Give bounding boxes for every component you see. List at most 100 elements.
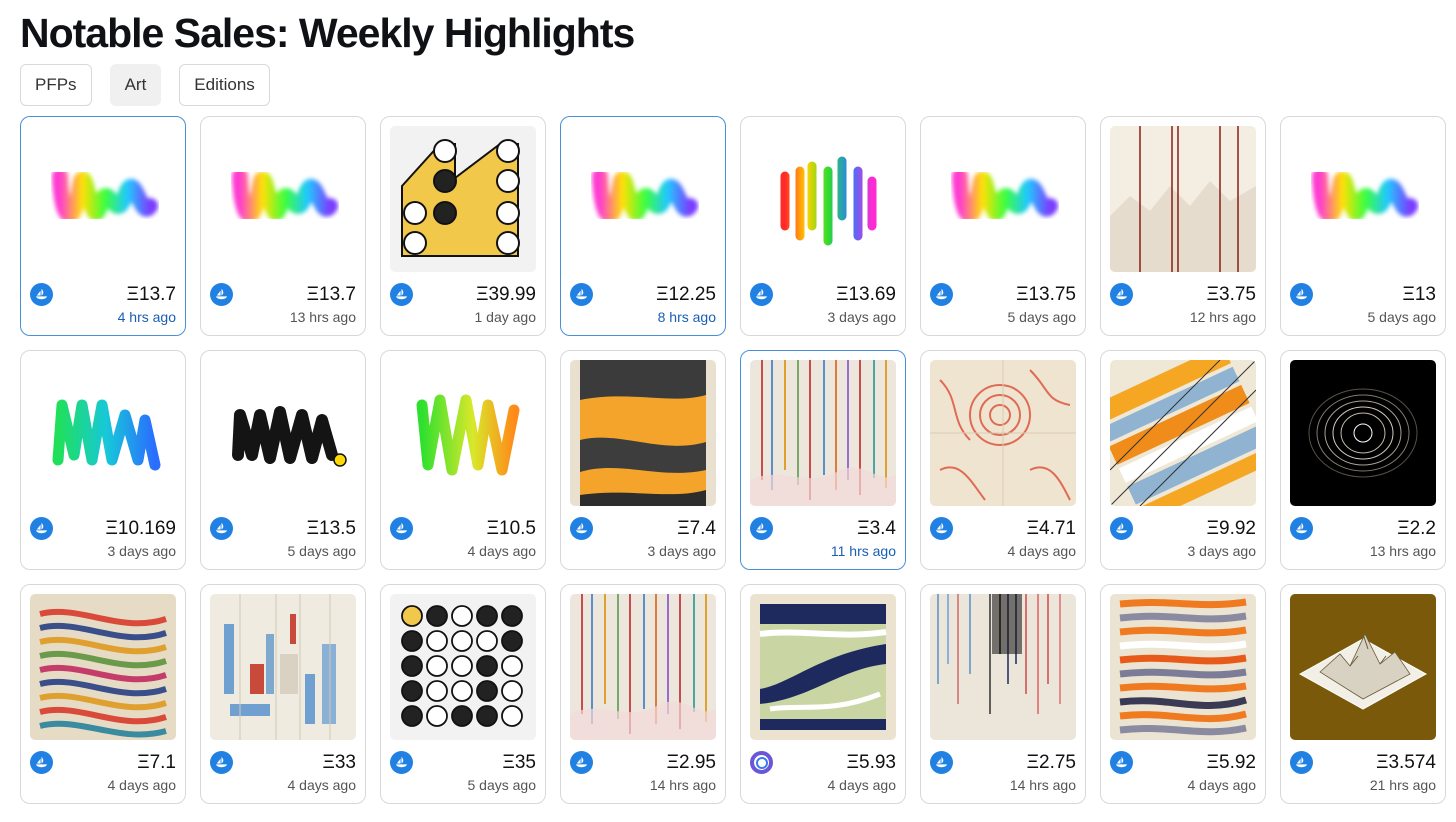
nft-card[interactable]: Ξ13.5 5 days ago (200, 350, 366, 570)
nft-thumbnail[interactable] (750, 360, 896, 506)
nft-thumbnail[interactable] (570, 360, 716, 506)
sale-price: Ξ7.1 (137, 752, 176, 773)
opensea-icon (1290, 283, 1313, 306)
sale-time: 13 hrs ago (289, 309, 356, 325)
nft-thumbnail[interactable] (30, 126, 176, 272)
nft-card[interactable]: Ξ13.7 4 hrs ago (20, 116, 186, 336)
sale-price: Ξ9.92 (1206, 518, 1256, 539)
nft-thumbnail[interactable] (30, 360, 176, 506)
nft-thumbnail[interactable] (1290, 360, 1436, 506)
opensea-icon (930, 283, 953, 306)
sale-price: Ξ10.169 (105, 518, 176, 539)
filter-tabs: PFPs Art Editions (20, 64, 270, 106)
nft-card[interactable]: Ξ10.5 4 days ago (380, 350, 546, 570)
sale-time: 5 days ago (1007, 309, 1077, 325)
opensea-icon (1110, 751, 1133, 774)
nft-thumbnail[interactable] (930, 360, 1076, 506)
sale-price: Ξ3.574 (1376, 752, 1436, 773)
nft-card[interactable]: Ξ2.75 14 hrs ago (920, 584, 1086, 804)
sale-price: Ξ33 (322, 752, 356, 773)
nft-card[interactable]: Ξ13.75 5 days ago (920, 116, 1086, 336)
nft-card[interactable]: Ξ12.25 8 hrs ago (560, 116, 726, 336)
nft-card[interactable]: Ξ2.2 13 hrs ago (1280, 350, 1446, 570)
sale-time: 4 days ago (287, 777, 357, 793)
sale-price: Ξ4.71 (1026, 518, 1076, 539)
nft-thumbnail[interactable] (1110, 360, 1256, 506)
nft-card[interactable]: Ξ35 5 days ago (380, 584, 546, 804)
opensea-icon (750, 283, 773, 306)
nft-card[interactable]: Ξ2.95 14 hrs ago (560, 584, 726, 804)
sale-time: 21 hrs ago (1369, 777, 1436, 793)
nft-thumbnail[interactable] (210, 360, 356, 506)
sale-price: Ξ13.5 (306, 518, 356, 539)
opensea-icon (1110, 283, 1133, 306)
sale-time: 8 hrs ago (657, 309, 716, 325)
nft-thumbnail[interactable] (390, 360, 536, 506)
nft-card[interactable]: Ξ13.69 3 days ago (740, 116, 906, 336)
opensea-icon (390, 517, 413, 540)
nft-card[interactable]: Ξ5.92 4 days ago (1100, 584, 1266, 804)
nft-thumbnail[interactable] (570, 594, 716, 740)
nft-card[interactable]: Ξ3.75 12 hrs ago (1100, 116, 1266, 336)
sale-time: 4 hrs ago (117, 309, 176, 325)
opensea-icon (390, 283, 413, 306)
sale-price: Ξ2.75 (1026, 752, 1076, 773)
foundation-icon (750, 751, 773, 774)
sale-price: Ξ3.4 (857, 518, 896, 539)
nft-card[interactable]: Ξ7.4 3 days ago (560, 350, 726, 570)
opensea-icon (210, 517, 233, 540)
tab-art[interactable]: Art (109, 64, 162, 106)
sale-price: Ξ39.99 (476, 284, 536, 305)
opensea-icon (210, 751, 233, 774)
nft-thumbnail[interactable] (1290, 594, 1436, 740)
nft-card[interactable]: Ξ4.71 4 days ago (920, 350, 1086, 570)
sale-time: 11 hrs ago (830, 543, 896, 559)
nft-card[interactable]: Ξ7.1 4 days ago (20, 584, 186, 804)
nft-thumbnail[interactable] (30, 594, 176, 740)
nft-thumbnail[interactable] (1110, 126, 1256, 272)
page-title: Notable Sales: Weekly Highlights (20, 10, 635, 56)
nft-thumbnail[interactable] (390, 594, 536, 740)
opensea-icon (390, 751, 413, 774)
nft-card[interactable]: Ξ9.92 3 days ago (1100, 350, 1266, 570)
sale-price: Ξ10.5 (486, 518, 536, 539)
nft-card[interactable]: Ξ5.93 4 days ago (740, 584, 906, 804)
sale-time: 1 day ago (474, 309, 537, 325)
nft-card[interactable]: Ξ39.99 1 day ago (380, 116, 546, 336)
nft-thumbnail[interactable] (1110, 594, 1256, 740)
nft-thumbnail[interactable] (750, 594, 896, 740)
nft-thumbnail[interactable] (390, 126, 536, 272)
sale-price: Ξ2.2 (1397, 518, 1436, 539)
nft-thumbnail[interactable] (210, 126, 356, 272)
tab-pfps[interactable]: PFPs (20, 64, 92, 106)
nft-card[interactable]: Ξ13 5 days ago (1280, 116, 1446, 336)
nft-thumbnail[interactable] (210, 594, 356, 740)
nft-thumbnail[interactable] (1290, 126, 1436, 272)
sale-price: Ξ35 (502, 752, 536, 773)
nft-card[interactable]: Ξ33 4 days ago (200, 584, 366, 804)
opensea-icon (930, 517, 953, 540)
sale-time: 3 days ago (827, 309, 897, 325)
opensea-icon (570, 283, 593, 306)
opensea-icon (210, 283, 233, 306)
sale-time: 4 days ago (827, 777, 897, 793)
nft-thumbnail[interactable] (930, 594, 1076, 740)
nft-card[interactable]: Ξ3.574 21 hrs ago (1280, 584, 1446, 804)
sale-time: 14 hrs ago (649, 777, 716, 793)
nft-thumbnail[interactable] (570, 126, 716, 272)
sale-price: Ξ2.95 (666, 752, 716, 773)
opensea-icon (570, 751, 593, 774)
nft-card[interactable]: Ξ10.169 3 days ago (20, 350, 186, 570)
sale-time: 5 days ago (287, 543, 357, 559)
sale-time: 4 days ago (467, 543, 537, 559)
nft-thumbnail[interactable] (930, 126, 1076, 272)
sale-time: 13 hrs ago (1369, 543, 1436, 559)
tab-editions[interactable]: Editions (179, 64, 270, 106)
nft-thumbnail[interactable] (750, 126, 896, 272)
nft-card[interactable]: Ξ13.7 13 hrs ago (200, 116, 366, 336)
sale-time: 5 days ago (1367, 309, 1437, 325)
nft-card[interactable]: Ξ3.4 11 hrs ago (740, 350, 906, 570)
opensea-icon (750, 517, 773, 540)
opensea-icon (930, 751, 953, 774)
sale-price: Ξ13.69 (836, 284, 896, 305)
